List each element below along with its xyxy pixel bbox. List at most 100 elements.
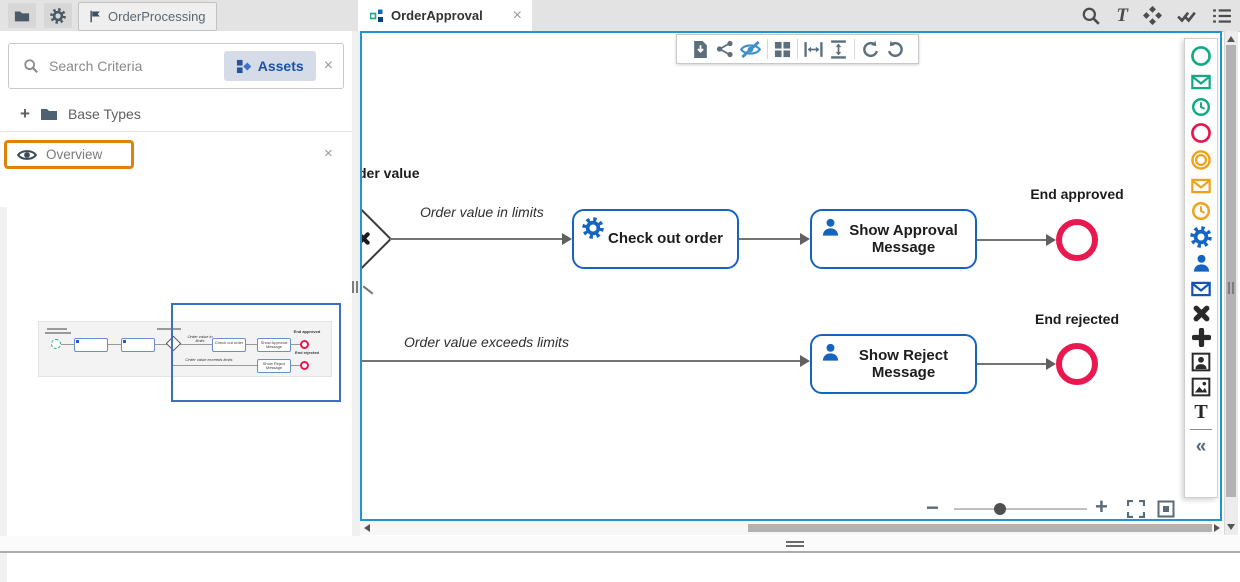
task-check-out-order[interactable]: Check out order <box>572 209 739 269</box>
overview-close-icon[interactable]: × <box>324 146 333 161</box>
scroll-left-icon[interactable] <box>364 524 370 532</box>
list-menu-icon[interactable] <box>1212 6 1232 26</box>
end-rejected-label: End rejected <box>1034 311 1120 327</box>
left-splitter[interactable] <box>352 31 360 551</box>
scroll-up-icon[interactable] <box>1227 36 1235 42</box>
start-event-icon[interactable] <box>1190 45 1212 67</box>
task-label: Show Reject Message <box>858 346 949 381</box>
exclusive-gateway-icon[interactable] <box>1192 304 1211 323</box>
task-show-reject-message[interactable]: Show Reject Message <box>810 334 977 394</box>
tab-label: OrderApproval <box>391 8 483 23</box>
share-icon[interactable] <box>716 40 734 58</box>
tab-close-icon[interactable]: × <box>513 7 522 24</box>
user-task-icon[interactable] <box>1191 253 1212 274</box>
symbol-palette: T « <box>1184 38 1218 498</box>
parallel-gateway-icon[interactable] <box>1192 328 1211 347</box>
bottom-bar <box>0 536 1240 551</box>
scroll-right-icon[interactable] <box>1214 524 1220 532</box>
zoom-in-button[interactable]: + <box>1095 496 1108 518</box>
fit-screen-corners-icon[interactable] <box>1127 500 1145 518</box>
bottom-splitter-grip[interactable] <box>786 541 804 547</box>
sequence-flow-line[interactable] <box>977 239 1047 241</box>
user-icon <box>820 342 841 363</box>
participant-portrait-icon[interactable] <box>1191 352 1211 372</box>
overview-panel-header[interactable]: Overview <box>4 140 134 169</box>
search-clear-icon[interactable]: × <box>324 58 333 74</box>
image-icon[interactable] <box>1191 377 1211 397</box>
splitter-grip[interactable] <box>352 281 358 293</box>
timer-start-event-icon[interactable] <box>1191 97 1211 117</box>
collapse-palette-icon[interactable]: « <box>1196 437 1207 456</box>
end-approved-label: End approved <box>1030 186 1124 202</box>
arrowhead <box>1046 358 1056 370</box>
top-header: OrderProcessing OrderApproval × T <box>0 0 1240 32</box>
folder-icon <box>40 105 58 123</box>
arrowhead <box>800 233 810 245</box>
project-tab[interactable]: OrderProcessing <box>78 2 217 31</box>
folder-button[interactable] <box>8 3 36 28</box>
end-event-rejected[interactable] <box>1056 343 1098 385</box>
sequence-flow-line[interactable] <box>739 238 801 240</box>
vertical-scrollbar-thumb[interactable] <box>1226 45 1236 497</box>
palette-divider <box>1190 429 1212 430</box>
message-intermediate-event-icon[interactable] <box>1191 176 1211 196</box>
match-width-icon[interactable] <box>804 40 823 59</box>
toolbar-separator <box>766 39 768 59</box>
task-show-approval-message[interactable]: Show Approval Message <box>810 209 977 269</box>
layout-grid-icon[interactable] <box>774 41 791 58</box>
fit-selection-icon[interactable] <box>1157 500 1175 518</box>
horizontal-scrollbar-thumb[interactable] <box>748 524 1212 532</box>
flow-label-in-limits: Order value in limits <box>420 204 544 220</box>
export-download-icon[interactable] <box>691 40 710 59</box>
end-event-icon[interactable] <box>1190 122 1212 144</box>
left-sidebar: Assets × + Base Types Overview × Order v… <box>0 31 352 582</box>
hide-eye-off-icon[interactable] <box>740 39 761 60</box>
assets-icon <box>236 59 251 73</box>
scroll-down-icon[interactable] <box>1227 524 1235 530</box>
divider <box>0 131 352 132</box>
minimap-task <box>74 338 108 352</box>
tree-item-base-types[interactable]: + Base Types <box>20 101 141 127</box>
service-task-gear-icon[interactable] <box>1190 226 1212 248</box>
message-start-event-icon[interactable] <box>1191 72 1211 92</box>
timer-intermediate-event-icon[interactable] <box>1191 201 1211 221</box>
sequence-flow-line[interactable] <box>390 238 564 240</box>
tab-orderapproval[interactable]: OrderApproval × <box>358 0 532 31</box>
validate-double-check-icon[interactable] <box>1177 6 1197 26</box>
match-height-icon[interactable] <box>829 40 848 59</box>
zoom-slider-knob[interactable] <box>994 503 1006 515</box>
zoom-slider-track[interactable] <box>954 508 1087 510</box>
task-label: Check out order <box>607 230 724 248</box>
diagram-canvas[interactable]: der value Order value in limits Check ou… <box>360 31 1222 521</box>
zoom-out-button[interactable]: − <box>926 497 939 519</box>
intermediate-event-icon[interactable] <box>1190 149 1212 171</box>
sequence-flow-line[interactable] <box>362 360 801 362</box>
toolbar-separator <box>796 39 798 59</box>
user-icon <box>820 217 841 238</box>
minimap-start-event <box>51 339 61 349</box>
right-splitter-grip[interactable] <box>1228 282 1234 294</box>
sidebar-gutter <box>0 207 7 582</box>
diagram-tab-icon <box>370 9 383 22</box>
assets-filter-button[interactable]: Assets <box>223 51 316 81</box>
settings-button[interactable] <box>44 3 72 28</box>
gear-icon <box>50 8 66 24</box>
assets-label: Assets <box>257 58 304 74</box>
merge-diamonds-icon[interactable] <box>1143 6 1162 25</box>
end-event-approved[interactable] <box>1056 219 1098 261</box>
minimap-viewport-rect[interactable] <box>171 303 341 402</box>
sequence-flow-line[interactable] <box>977 363 1047 365</box>
arrowhead <box>1046 234 1056 246</box>
task-label: Show Approval Message <box>849 221 958 256</box>
search-input[interactable] <box>47 57 216 75</box>
text-annotation-icon[interactable]: T <box>1194 402 1207 422</box>
gear-icon <box>582 217 604 239</box>
undo-icon[interactable] <box>861 40 880 59</box>
message-task-icon[interactable] <box>1191 279 1211 299</box>
expand-plus-icon[interactable]: + <box>20 104 30 124</box>
overview-label: Overview <box>46 147 103 162</box>
eye-icon <box>17 145 37 165</box>
text-tool-icon[interactable]: T <box>1116 6 1128 25</box>
search-icon[interactable] <box>1081 6 1101 26</box>
redo-icon[interactable] <box>886 40 905 59</box>
